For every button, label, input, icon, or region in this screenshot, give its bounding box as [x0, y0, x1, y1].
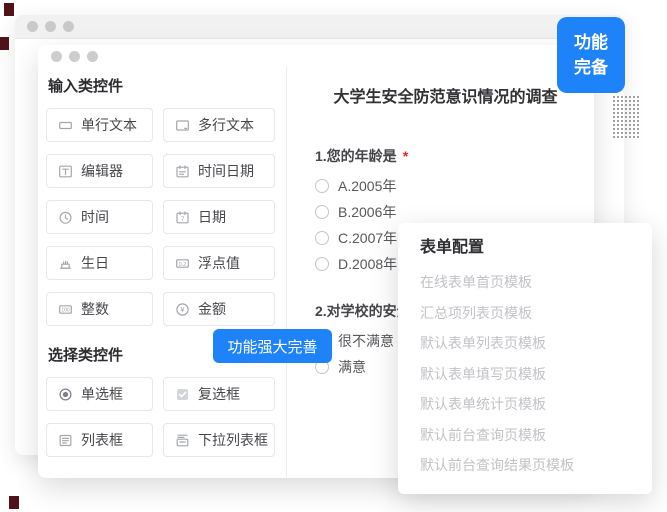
control-button-label: 复选框 [198, 384, 240, 404]
feature-pill: 功能强大完善 [213, 329, 332, 363]
window-dot-icon [45, 21, 56, 32]
control-button-label: 浮点值 [198, 253, 240, 273]
radio-button[interactable] [315, 205, 329, 219]
time-icon [58, 210, 73, 225]
control-button-label: 整数 [81, 299, 109, 319]
radio-option-label: A.2005年 [338, 176, 396, 196]
control-button[interactable]: 列表框 [46, 423, 153, 457]
control-button-label: 时间 [81, 207, 109, 227]
window-dot-icon [87, 51, 98, 62]
control-button[interactable]: 单行文本 [46, 108, 153, 142]
multi-line-text-icon [175, 118, 190, 133]
svg-text:100: 100 [61, 307, 70, 313]
control-button-label: 多行文本 [198, 115, 254, 135]
question-text: 2.对学校的安全 [315, 303, 411, 319]
svg-text:¥: ¥ [181, 307, 185, 314]
control-button-label: 下拉列表框 [198, 430, 268, 450]
control-button-grid: 单行文本 多行文本编辑器 时间日期时间 7 日期生日 0.2 浮点值 100 整数 ¥ 金额 [46, 108, 278, 326]
template-list-item[interactable]: 默认表单填写页模板 [420, 359, 630, 390]
datetime-icon [175, 164, 190, 179]
radio-option-label: 很不满意 [338, 331, 394, 351]
badge-line2: 完备 [574, 55, 608, 80]
control-button[interactable]: 0.2 浮点值 [163, 246, 275, 280]
back-window-titlebar [15, 15, 624, 39]
corner-square-decoration [9, 496, 19, 509]
window-dot-icon [63, 21, 74, 32]
radio-option-label: B.2006年 [338, 202, 396, 222]
money-icon: ¥ [175, 302, 190, 317]
window-dot-icon [51, 51, 62, 62]
control-button-grid: 单选框 复选框列表框 下拉列表框 [46, 377, 278, 457]
control-button-label: 金额 [198, 299, 226, 319]
float-icon: 0.2 [175, 256, 190, 271]
control-button[interactable]: 时间日期 [163, 154, 275, 188]
date-icon: 7 [175, 210, 190, 225]
control-button[interactable]: 下拉列表框 [163, 423, 275, 457]
checkbox-icon [175, 387, 190, 402]
control-button[interactable]: 复选框 [163, 377, 275, 411]
control-button-label: 日期 [198, 207, 226, 227]
control-button[interactable]: 生日 [46, 246, 153, 280]
dropdown-icon [175, 433, 190, 448]
dot-pattern-decoration [612, 95, 640, 140]
control-button-label: 单选框 [81, 384, 123, 404]
birthday-icon [58, 256, 73, 271]
controls-sidebar: 输入类控件单行文本 多行文本编辑器 时间日期时间 7 日期生日 0.2 浮点值 100 整数 ¥ 金… [46, 67, 278, 457]
svg-text:7: 7 [181, 216, 185, 223]
control-button[interactable]: 多行文本 [163, 108, 275, 142]
radio-icon [58, 387, 73, 402]
popup-title: 表单配置 [420, 237, 630, 259]
single-line-text-icon [58, 118, 73, 133]
corner-square-decoration [0, 37, 9, 50]
question-text: 1.您的年龄是 [315, 148, 397, 164]
form-config-popup: 表单配置 在线表单首页模板汇总项列表页模板默认表单列表页模板默认表单填写页模板默… [398, 223, 652, 494]
corner-square-decoration [4, 3, 14, 16]
feature-badge: 功能 完备 [557, 17, 625, 93]
control-button[interactable]: ¥ 金额 [163, 292, 275, 326]
front-window-titlebar [38, 45, 594, 67]
svg-text:0.2: 0.2 [179, 261, 187, 267]
control-button[interactable]: 时间 [46, 200, 153, 234]
radio-button[interactable] [315, 257, 329, 271]
control-button[interactable]: 100 整数 [46, 292, 153, 326]
survey-title: 大学生安全防范意识情况的调查 [315, 88, 576, 108]
question-label: 1.您的年龄是 * [315, 147, 576, 165]
radio-option-label: 满意 [338, 357, 366, 377]
control-button[interactable]: 单选框 [46, 377, 153, 411]
template-list: 在线表单首页模板汇总项列表页模板默认表单列表页模板默认表单填写页模板默认表单统计… [420, 267, 630, 481]
template-list-item[interactable]: 默认前台查询页模板 [420, 420, 630, 451]
template-list-item[interactable]: 默认表单列表页模板 [420, 328, 630, 359]
window-dot-icon [69, 51, 80, 62]
radio-option-row: B.2006年 [315, 199, 576, 225]
page: 输入类控件单行文本 多行文本编辑器 时间日期时间 7 日期生日 0.2 浮点值 100 整数 ¥ 金… [0, 0, 667, 512]
sidebar-section-title: 输入类控件 [48, 77, 278, 97]
template-list-item[interactable]: 汇总项列表页模板 [420, 298, 630, 329]
listbox-icon [58, 433, 73, 448]
template-list-item[interactable]: 在线表单首页模板 [420, 267, 630, 298]
control-button-label: 单行文本 [81, 115, 137, 135]
control-button[interactable]: 编辑器 [46, 154, 153, 188]
control-button-label: 生日 [81, 253, 109, 273]
control-button[interactable]: 7 日期 [163, 200, 275, 234]
control-button-label: 列表框 [81, 430, 123, 450]
badge-line1: 功能 [574, 30, 608, 55]
window-dot-icon [27, 21, 38, 32]
control-button-label: 编辑器 [81, 161, 123, 181]
radio-button[interactable] [315, 231, 329, 245]
required-asterisk: * [403, 148, 408, 164]
integer-icon: 100 [58, 302, 73, 317]
template-list-item[interactable]: 默认表单统计页模板 [420, 389, 630, 420]
radio-option-label: D.2008年 [338, 254, 397, 274]
control-button-label: 时间日期 [198, 161, 254, 181]
radio-option-label: C.2007年 [338, 228, 397, 248]
template-list-item[interactable]: 默认前台查询结果页模板 [420, 450, 630, 481]
radio-option-row: A.2005年 [315, 173, 576, 199]
editor-icon [58, 164, 73, 179]
radio-button[interactable] [315, 179, 329, 193]
